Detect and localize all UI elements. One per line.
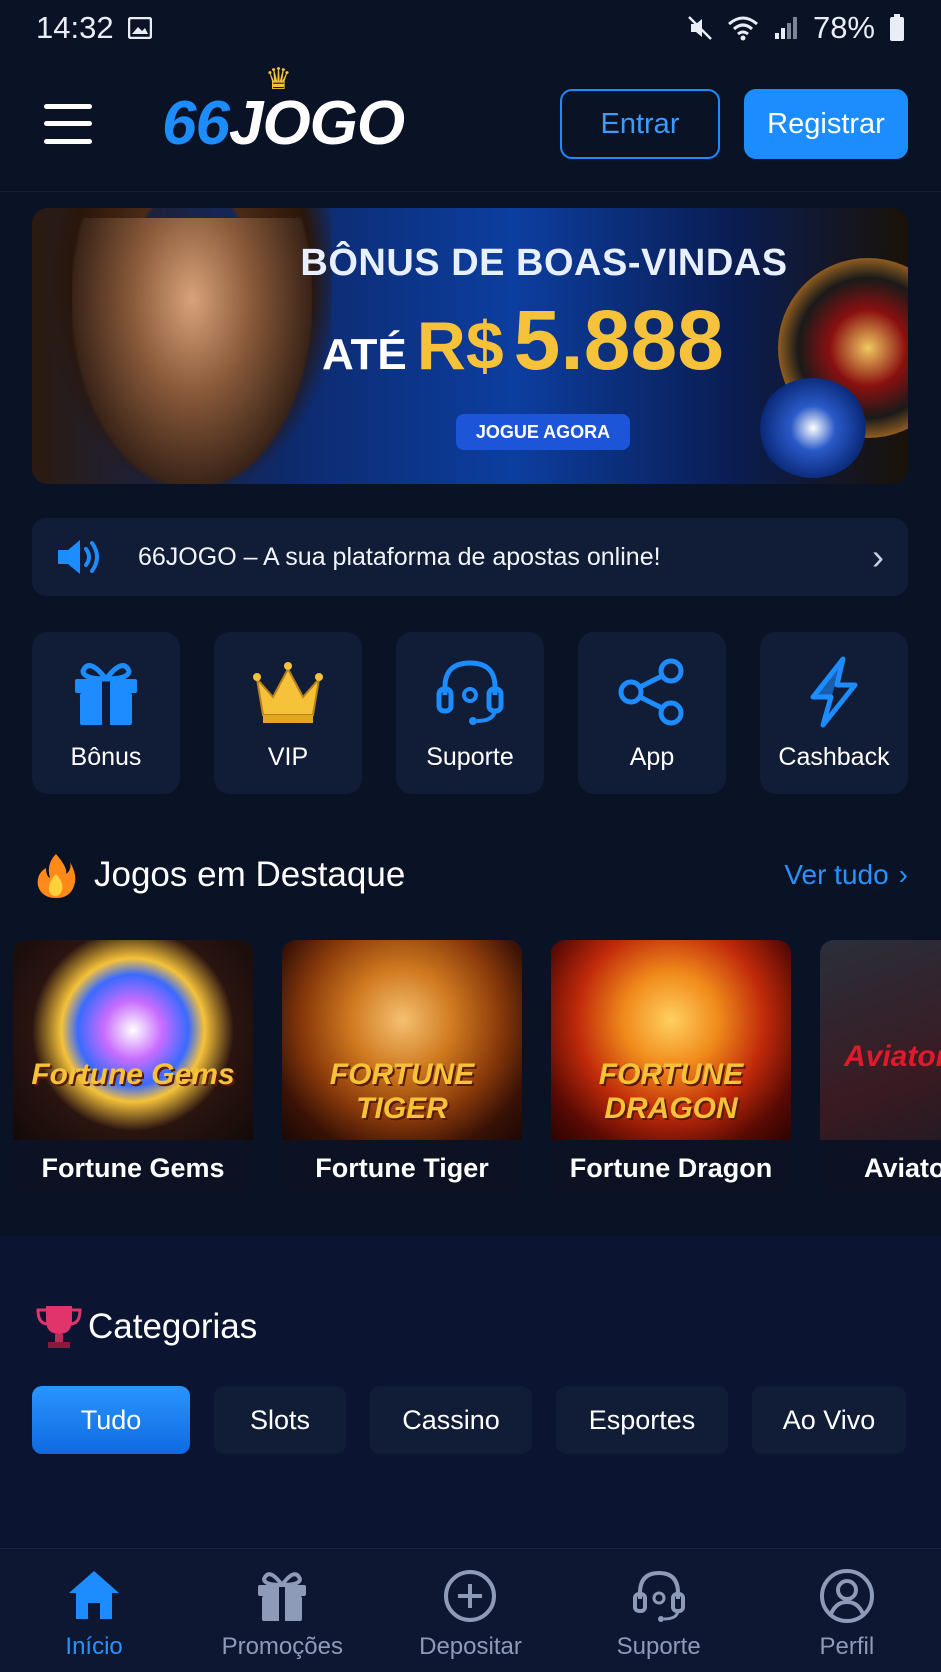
game-name: Aviator (820, 1140, 941, 1196)
crown-icon (253, 661, 323, 723)
share-icon (618, 658, 684, 725)
register-button[interactable]: Registrar (744, 89, 908, 159)
gift-icon (75, 662, 137, 725)
home-icon (69, 1570, 120, 1619)
featured-games-header: Jogos em Destaque Ver tudo › (36, 852, 908, 898)
headset-icon (436, 659, 504, 725)
quick-links: Bônus VIP Suporte App Cashback (32, 632, 912, 794)
game-name: Fortune Gems (13, 1140, 253, 1196)
gift-icon (258, 1571, 307, 1621)
categories-title: Categorias (88, 1307, 258, 1346)
wifi-icon (727, 16, 758, 41)
chevron-right-icon[interactable]: › (872, 536, 884, 578)
category-tab-esportes[interactable]: Esportes (556, 1386, 728, 1454)
gallery-icon (127, 17, 152, 39)
bottom-navigation: Início Promoções Depositar Suporte Perfi… (0, 1548, 941, 1672)
status-time: 14:32 (36, 10, 114, 45)
category-tab-tudo[interactable]: Tudo (32, 1386, 190, 1454)
featured-games-title: Jogos em Destaque (94, 855, 406, 894)
category-tab-cassino[interactable]: Cassino (370, 1386, 532, 1454)
chips-image (758, 378, 868, 478)
category-tab-slots[interactable]: Slots (214, 1386, 346, 1454)
banner-amount: ATÉ R$ 5.888 (322, 293, 724, 387)
quick-link-app[interactable]: App (578, 632, 726, 794)
featured-games-list: Fortune Gems Fortune Gems FORTUNE TIGER … (13, 940, 941, 1198)
menu-icon[interactable] (44, 103, 92, 144)
categories-header: Categorias (36, 1302, 908, 1352)
user-icon (819, 1568, 874, 1623)
login-button[interactable]: Entrar (560, 89, 720, 159)
quick-link-vip[interactable]: VIP (214, 632, 362, 794)
battery-percent: 78% (812, 10, 875, 45)
banner-title: BÔNUS DE BOAS-VINDAS (300, 242, 788, 284)
nav-deposit[interactable]: Depositar (376, 1567, 564, 1661)
plus-circle-icon (444, 1569, 497, 1622)
nav-support[interactable]: Suporte (565, 1567, 753, 1661)
trophy-icon (36, 1306, 82, 1348)
nav-promotions[interactable]: Promoções (188, 1567, 376, 1661)
app-header: ♛ 66JOGO Entrar Registrar (0, 56, 941, 192)
category-tab-ao-vivo[interactable]: Ao Vivo (752, 1386, 906, 1454)
game-thumbnail (13, 940, 253, 1140)
signal-icon (774, 17, 797, 39)
quick-link-support[interactable]: Suporte (396, 632, 544, 794)
game-name: Fortune Tiger (282, 1140, 522, 1196)
headset-icon (632, 1570, 685, 1622)
mute-icon (688, 16, 712, 40)
category-tabs: Tudo Slots Cassino Esportes Ao Vivo (32, 1386, 912, 1454)
announcement-text: 66JOGO – A sua plataforma de apostas onl… (138, 542, 661, 571)
nav-profile[interactable]: Perfil (753, 1567, 941, 1661)
game-card-fortune-gems[interactable]: Fortune Gems Fortune Gems (13, 940, 253, 1196)
chevron-right-icon: › (898, 859, 908, 890)
crown-icon: ♛ (265, 63, 292, 96)
game-name: Fortune Dragon (551, 1140, 791, 1196)
speaker-icon (58, 540, 99, 574)
play-now-button[interactable]: JOGUE AGORA (456, 414, 630, 450)
nav-home[interactable]: Início (0, 1567, 188, 1661)
status-bar: 14:32 78% (0, 0, 941, 56)
announcement-bar[interactable]: 66JOGO – A sua plataforma de apostas onl… (32, 518, 908, 596)
see-all-link[interactable]: Ver tudo › (784, 859, 908, 891)
game-card-fortune-tiger[interactable]: FORTUNE TIGER Fortune Tiger (282, 940, 522, 1196)
battery-icon (890, 14, 904, 41)
lightning-icon (810, 656, 858, 727)
promo-banner[interactable]: BÔNUS DE BOAS-VINDAS ATÉ R$ 5.888 JOGUE … (32, 208, 908, 484)
quick-link-cashback[interactable]: Cashback (760, 632, 908, 794)
quick-link-bonus[interactable]: Bônus (32, 632, 180, 794)
fire-icon (37, 854, 76, 898)
game-card-aviator[interactable]: Aviator Aviator (820, 940, 941, 1196)
logo[interactable]: ♛ 66JOGO (162, 63, 405, 159)
game-card-fortune-dragon[interactable]: FORTUNE DRAGON Fortune Dragon (551, 940, 791, 1196)
